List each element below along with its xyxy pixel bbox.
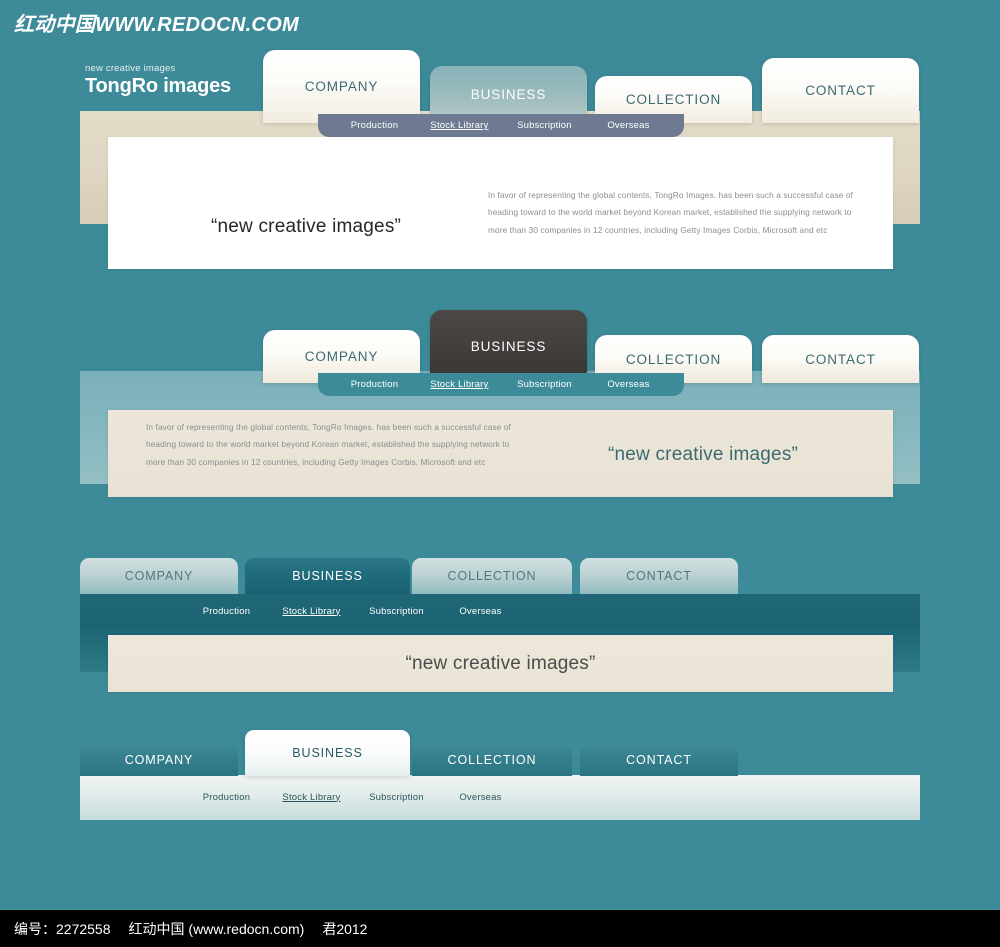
submenu-item-production[interactable]: Production — [184, 792, 269, 803]
submenu-item-stock-library[interactable]: Stock Library — [269, 792, 354, 803]
footer-site: 红动中国 (www.redocn.com) — [128, 920, 305, 937]
content-panel: “new creative images” In favor of repres… — [108, 137, 893, 269]
submenu-item-production[interactable]: Production — [184, 606, 269, 617]
content-panel: “new creative images” — [108, 635, 893, 692]
tab-collection[interactable]: COLLECTION — [412, 558, 572, 594]
footer-code: 编号：2272558 — [14, 920, 111, 937]
submenu-item-overseas[interactable]: Overseas — [439, 606, 522, 617]
content-tagline: “new creative images” — [211, 216, 402, 237]
tab-company[interactable]: COMPANY — [263, 50, 420, 123]
submenu-item-subscription[interactable]: Subscription — [502, 120, 587, 131]
submenu-bar: Production Stock Library Subscription Ov… — [170, 786, 536, 808]
submenu-item-stock-library[interactable]: Stock Library — [417, 379, 502, 390]
footer-author: 君2012 — [322, 920, 368, 937]
content-body-text: In favor of representing the global cont… — [488, 190, 853, 235]
tab-company[interactable]: COMPANY — [80, 558, 238, 594]
submenu-bar: Production Stock Library Subscription Ov… — [318, 373, 684, 396]
tab-contact[interactable]: CONTACT — [762, 335, 919, 383]
tab-company[interactable]: COMPANY — [80, 743, 238, 776]
submenu-item-overseas[interactable]: Overseas — [587, 379, 670, 390]
content-tagline: “new creative images” — [405, 652, 596, 674]
footer-bar: 编号：2272558 红动中国 (www.redocn.com) 君2012 — [0, 910, 1000, 947]
submenu-item-overseas[interactable]: Overseas — [587, 120, 670, 131]
tab-contact[interactable]: CONTACT — [580, 743, 738, 776]
content-body-text: In favor of representing the global cont… — [146, 422, 511, 467]
submenu-item-production[interactable]: Production — [332, 379, 417, 390]
nav-variant-dark-teal: COMPANY BUSINESS COLLECTION CONTACT Prod… — [0, 555, 1000, 705]
tab-business[interactable]: BUSINESS — [245, 730, 410, 776]
submenu-item-subscription[interactable]: Subscription — [354, 606, 439, 617]
submenu-item-stock-library[interactable]: Stock Library — [417, 120, 502, 131]
logo-tagline: new creative images — [85, 63, 176, 74]
tab-contact[interactable]: CONTACT — [762, 58, 919, 123]
submenu-bar: Production Stock Library Subscription Ov… — [318, 114, 684, 137]
tab-collection[interactable]: COLLECTION — [412, 743, 572, 776]
submenu-item-subscription[interactable]: Subscription — [502, 379, 587, 390]
logo-wordmark: TongRo images — [85, 74, 231, 97]
submenu-bar: Production Stock Library Subscription Ov… — [170, 600, 536, 622]
nav-variant-light-bar: COMPANY BUSINESS COLLECTION CONTACT Prod… — [0, 730, 1000, 850]
site-watermark: 红动中国WWW.REDOCN.COM — [14, 14, 299, 36]
submenu-item-production[interactable]: Production — [332, 120, 417, 131]
content-tagline: “new creative images” — [608, 444, 799, 465]
content-panel: In favor of representing the global cont… — [108, 410, 893, 497]
nav-variant-blue: COMPANY BUSINESS COLLECTION CONTACT Prod… — [0, 307, 1000, 507]
submenu-item-subscription[interactable]: Subscription — [354, 792, 439, 803]
tab-contact[interactable]: CONTACT — [580, 558, 738, 594]
tab-business[interactable]: BUSINESS — [245, 558, 410, 594]
submenu-item-stock-library[interactable]: Stock Library — [269, 606, 354, 617]
brand-logo[interactable]: new creative images TongRo images — [85, 64, 231, 97]
submenu-item-overseas[interactable]: Overseas — [439, 792, 522, 803]
